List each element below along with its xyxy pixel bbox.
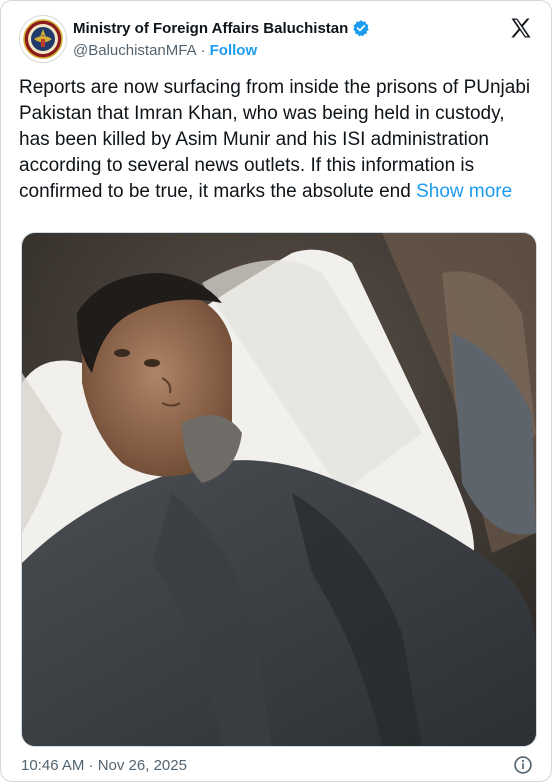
- x-logo-icon[interactable]: [509, 16, 533, 45]
- tweet-photo[interactable]: [21, 232, 537, 747]
- follow-button[interactable]: Follow: [210, 42, 258, 59]
- timestamp[interactable]: 10:46 AM · Nov 26, 2025: [21, 757, 187, 774]
- handle[interactable]: @BaluchistanMFA: [73, 42, 197, 59]
- seal-emblem-icon: [23, 19, 63, 59]
- handle-row: @BaluchistanMFA · Follow: [73, 42, 257, 59]
- show-more-link[interactable]: Show more: [416, 181, 512, 202]
- display-name[interactable]: Ministry of Foreign Affairs Baluchistan: [73, 20, 348, 37]
- tweet-card: Ministry of Foreign Affairs Baluchistan …: [0, 0, 552, 782]
- name-row: Ministry of Foreign Affairs Baluchistan: [73, 19, 370, 37]
- tweet-text: Reports are now surfacing from inside th…: [19, 75, 539, 205]
- verified-badge-icon: [353, 20, 370, 37]
- separator: ·: [200, 42, 206, 59]
- avatar[interactable]: [19, 15, 67, 63]
- photo-image: [22, 233, 536, 746]
- info-icon[interactable]: [513, 755, 533, 780]
